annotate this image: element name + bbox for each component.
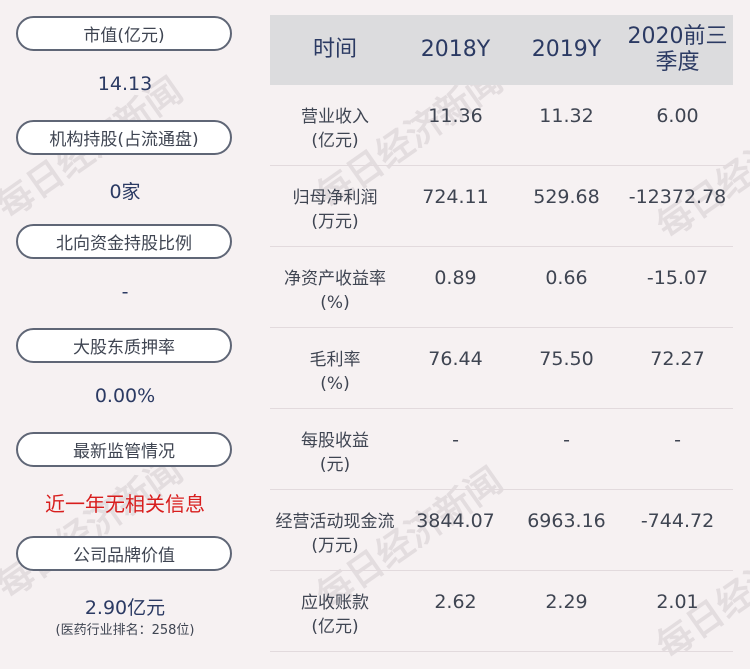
table-cell: 0.66 (545, 267, 588, 289)
table-cell: 724.11 (422, 186, 489, 208)
table-cell: - (563, 429, 570, 451)
row-label: 净资产收益率 (%) (284, 269, 386, 313)
row-label: 每股收益 (元) (301, 431, 369, 475)
regulatory-status-value: 近一年无相关信息 (45, 492, 205, 516)
table-cell: 529.68 (533, 186, 600, 208)
row-label: 营业收入 (亿元) (301, 107, 369, 151)
market-cap-value: 14.13 (97, 73, 153, 95)
brand-value-value: 2.90亿元 (84, 597, 166, 619)
table-cell: - (674, 429, 681, 451)
table-row: 每股收益 (元) - - - (270, 409, 733, 490)
row-label: 毛利率 (%) (309, 350, 361, 394)
table-cell: -12372.78 (628, 186, 727, 208)
table-cell: 0.89 (434, 267, 477, 289)
northbound-ratio-label: 北向资金持股比例 (16, 224, 232, 259)
brand-value-rank: (医药行业排名：258位) (55, 623, 195, 638)
table-row: 归母净利润 (万元) 724.11 529.68 -12372.78 (270, 166, 733, 247)
header-2018: 2018Y (420, 37, 491, 62)
table-row: 营业收入 (亿元) 11.36 11.32 6.00 (270, 85, 733, 166)
table-cell: 11.36 (428, 105, 483, 127)
header-2019: 2019Y (531, 37, 602, 62)
northbound-ratio-value: - (121, 281, 129, 303)
institutional-holding-label: 机构持股(占流通盘) (16, 120, 232, 155)
table-cell: 3844.07 (416, 510, 495, 532)
table-cell: 6.00 (656, 105, 699, 127)
header-time: 时间 (312, 37, 357, 62)
table-cell: 2.29 (545, 591, 588, 613)
institutional-holding-value: 0家 (109, 181, 141, 203)
financial-table: 时间 2018Y 2019Y 2020前三季度 营业收入 (亿元) 11.36 1… (270, 15, 733, 652)
table-cell: -744.72 (640, 510, 715, 532)
row-label: 经营活动现金流 (万元) (275, 512, 395, 556)
table-cell: 76.44 (428, 348, 483, 370)
regulatory-status-label: 最新监管情况 (16, 432, 232, 467)
table-cell: 75.50 (539, 348, 594, 370)
table-cell: -15.07 (646, 267, 709, 289)
table-cell: 11.32 (539, 105, 594, 127)
market-cap-label: 市值(亿元) (16, 16, 232, 51)
table-row: 应收账款 (亿元) 2.62 2.29 2.01 (270, 571, 733, 652)
table-cell: - (452, 429, 459, 451)
table-cell: 2.01 (656, 591, 699, 613)
table-row: 经营活动现金流 (万元) 3844.07 6963.16 -744.72 (270, 490, 733, 571)
header-2020: 2020前三季度 (627, 24, 728, 75)
row-label: 归母净利润 (万元) (292, 188, 378, 232)
row-label: 应收账款 (亿元) (301, 593, 369, 637)
table-row: 净资产收益率 (%) 0.89 0.66 -15.07 (270, 247, 733, 328)
pledge-ratio-label: 大股东质押率 (16, 328, 232, 363)
table-row: 毛利率 (%) 76.44 75.50 72.27 (270, 328, 733, 409)
table-header: 时间 2018Y 2019Y 2020前三季度 (270, 15, 733, 85)
pledge-ratio-value: 0.00% (94, 385, 156, 407)
table-cell: 2.62 (434, 591, 477, 613)
table-cell: 6963.16 (527, 510, 606, 532)
stock-summary-panel: 市值(亿元) 14.13 机构持股(占流通盘) 0家 北向资金持股比例 - 大股… (0, 0, 250, 667)
table-cell: 72.27 (650, 348, 705, 370)
brand-value-label: 公司品牌价值 (16, 536, 232, 571)
